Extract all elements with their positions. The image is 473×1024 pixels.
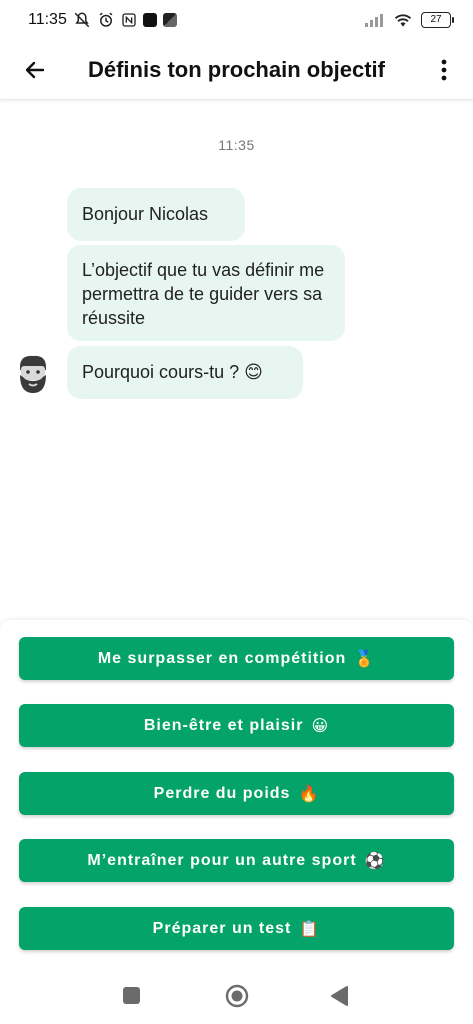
coach-avatar-icon bbox=[20, 355, 46, 393]
choices-panel: Me surpasser en compétition 🏅 Bien-être … bbox=[0, 620, 473, 968]
choice-button-test[interactable]: Préparer un test 📋 bbox=[19, 907, 454, 950]
status-left: 11:35 bbox=[28, 11, 177, 29]
medal-emoji-icon: 🏅 bbox=[354, 649, 376, 668]
nav-back-button[interactable] bbox=[329, 985, 349, 1007]
signal-icon bbox=[365, 14, 383, 27]
overflow-menu-button[interactable] bbox=[429, 55, 459, 85]
choice-label: Perdre du poids bbox=[153, 784, 291, 802]
chat-timestamp: 11:35 bbox=[218, 137, 255, 153]
fire-emoji-icon: 🔥 bbox=[298, 784, 320, 803]
wifi-icon bbox=[394, 14, 412, 27]
chat-message: L’objectif que tu vas définir me permett… bbox=[67, 245, 345, 341]
notification-app-icon-2 bbox=[162, 13, 177, 27]
choice-button-weight-loss[interactable]: Perdre du poids 🔥 bbox=[19, 772, 454, 815]
mute-icon bbox=[74, 12, 90, 28]
recents-button[interactable] bbox=[123, 987, 140, 1004]
status-right: 27 bbox=[365, 12, 454, 28]
grin-emoji-icon: 😀 bbox=[311, 716, 330, 735]
choice-button-wellbeing[interactable]: Bien-être et plaisir 😀 bbox=[19, 704, 454, 747]
chat-message: Bonjour Nicolas bbox=[67, 188, 245, 241]
soccer-ball-emoji-icon: ⚽ bbox=[364, 851, 386, 870]
status-time: 11:35 bbox=[28, 11, 67, 28]
choice-label: Bien-être et plaisir bbox=[143, 716, 304, 734]
home-button[interactable] bbox=[225, 984, 249, 1008]
choice-label: Me surpasser en compétition bbox=[97, 649, 347, 667]
choice-label: M’entraîner pour un autre sport bbox=[87, 851, 357, 869]
chat-message: Pourquoi cours-tu ? 😊 bbox=[67, 346, 303, 399]
choice-button-competition[interactable]: Me surpasser en compétition 🏅 bbox=[19, 637, 454, 680]
status-bar: 11:35 27 bbox=[0, 0, 473, 40]
page-title: Définis ton prochain objectif bbox=[87, 57, 385, 82]
alarm-icon bbox=[99, 12, 113, 27]
battery-indicator: 27 bbox=[421, 12, 454, 28]
back-button[interactable] bbox=[20, 55, 50, 85]
choice-label: Préparer un test bbox=[152, 919, 292, 937]
nfc-icon bbox=[122, 13, 136, 27]
back-arrow-icon bbox=[25, 61, 45, 79]
system-nav-bar bbox=[0, 968, 473, 1024]
clipboard-emoji-icon: 📋 bbox=[299, 919, 321, 938]
more-vert-icon bbox=[441, 59, 447, 81]
app-bar: Définis ton prochain objectif bbox=[0, 40, 473, 100]
choice-button-other-sport[interactable]: M’entraîner pour un autre sport ⚽ bbox=[19, 839, 454, 882]
notification-app-icon bbox=[142, 13, 157, 27]
